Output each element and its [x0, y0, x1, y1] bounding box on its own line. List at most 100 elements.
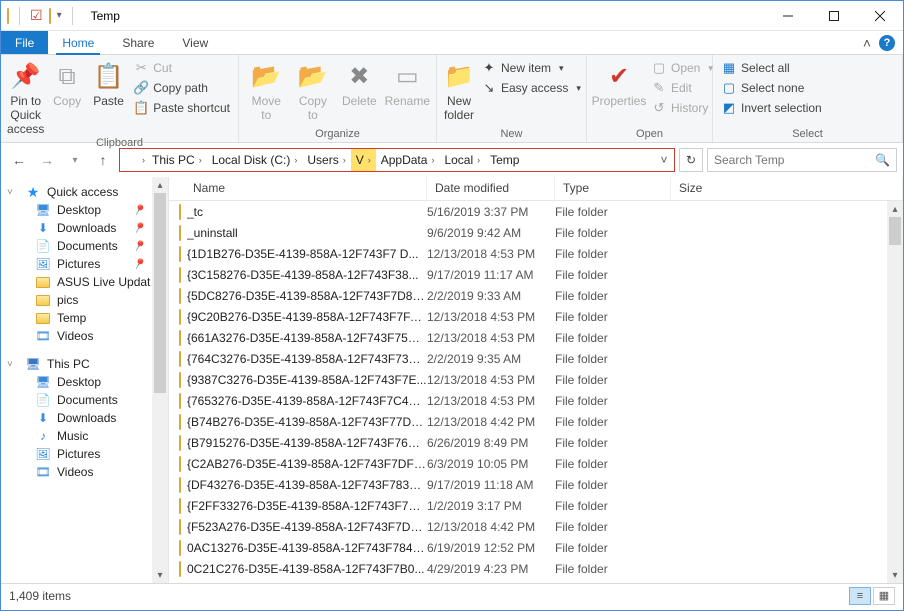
edit-button[interactable]: ✎Edit: [649, 79, 715, 97]
cut-button[interactable]: ✂Cut: [131, 59, 232, 77]
file-row[interactable]: {661A3276-D35E-4139-858A-12F743F75AF...1…: [169, 327, 887, 348]
select-none-button[interactable]: ▢Select none: [719, 79, 824, 97]
thumbnails-view-button[interactable]: ▦: [873, 587, 895, 605]
invert-selection-button[interactable]: ◩Invert selection: [719, 99, 824, 117]
sidebar-item[interactable]: 🖼Pictures: [1, 445, 168, 463]
sidebar-item[interactable]: 📄Documents: [1, 391, 168, 409]
breadcrumb-item[interactable]: Local›: [439, 149, 485, 171]
collapse-icon[interactable]: ˅: [7, 359, 19, 370]
pin-to-quick-access-button[interactable]: 📌 Pin to Quick access: [7, 57, 44, 136]
file-row[interactable]: {F2FF33276-D35E-4139-858A-12F743F74F...1…: [169, 495, 887, 516]
search-box[interactable]: 🔍: [707, 148, 897, 172]
file-row[interactable]: {9C20B276-D35E-4139-858A-12F743F7FA...12…: [169, 306, 887, 327]
sidebar-item[interactable]: 🖼Pictures📍: [1, 255, 168, 273]
back-button[interactable]: ←: [7, 148, 31, 172]
tab-file[interactable]: File: [1, 31, 48, 54]
qat-dropdown-icon[interactable]: ▾: [57, 10, 62, 21]
folder-icon: [179, 289, 181, 303]
breadcrumb-item[interactable]: V›: [351, 149, 376, 171]
file-row[interactable]: {5DC8276-D35E-4139-858A-12F743F7D8A...2/…: [169, 285, 887, 306]
file-row[interactable]: _tc5/16/2019 3:37 PMFile folder: [169, 201, 887, 222]
scroll-up-icon[interactable]: ▴: [887, 201, 903, 217]
address-dropdown-icon[interactable]: ˅: [654, 153, 674, 167]
recent-locations-button[interactable]: ▾: [63, 148, 87, 172]
refresh-button[interactable]: ↻: [679, 148, 703, 172]
file-scrollbar[interactable]: ▴ ▾: [887, 201, 903, 583]
ribbon-collapse-icon[interactable]: ˄: [863, 35, 871, 51]
file-row[interactable]: {9387C3276-D35E-4139-858A-12F743F7E...12…: [169, 369, 887, 390]
file-row[interactable]: {7653276-D35E-4139-858A-12F743F7C4D...12…: [169, 390, 887, 411]
scroll-down-icon[interactable]: ▾: [887, 567, 903, 583]
scroll-down-icon[interactable]: ▾: [152, 567, 168, 583]
details-view-button[interactable]: ≡: [849, 587, 871, 605]
file-row[interactable]: {1D1B276-D35E-4139-858A-12F743F7 D...12/…: [169, 243, 887, 264]
file-row[interactable]: 0C21C276-D35E-4139-858A-12F743F7B0...4/2…: [169, 558, 887, 579]
file-row[interactable]: _uninstall9/6/2019 9:42 AMFile folder: [169, 222, 887, 243]
forward-button[interactable]: →: [35, 148, 59, 172]
sidebar-item[interactable]: ASUS Live Updat: [1, 273, 168, 291]
breadcrumb-item[interactable]: Local Disk (C:)›: [207, 149, 303, 171]
breadcrumb-item[interactable]: Temp: [485, 149, 524, 171]
easy-access-button[interactable]: ↘Easy access▾: [479, 79, 583, 97]
close-button[interactable]: [857, 1, 903, 30]
column-type[interactable]: Type: [555, 177, 671, 200]
breadcrumb-item[interactable]: Users›: [302, 149, 350, 171]
sidebar-scrollbar[interactable]: ▴ ▾: [152, 177, 168, 583]
new-folder-button[interactable]: 📁New folder: [443, 57, 475, 123]
sidebar-item[interactable]: 🖥Desktop📍: [1, 201, 168, 219]
sidebar-quick-access[interactable]: ˅ ★ Quick access: [1, 183, 168, 201]
address-bar[interactable]: › This PC›Local Disk (C:)›Users›V›AppDat…: [119, 148, 675, 172]
collapse-icon[interactable]: ˅: [7, 187, 19, 198]
column-size[interactable]: Size: [671, 177, 903, 200]
file-row[interactable]: {DF43276-D35E-4139-858A-12F743F78302...9…: [169, 474, 887, 495]
sidebar-this-pc[interactable]: ˅ 🖥 This PC: [1, 355, 168, 373]
file-row[interactable]: {B74B276-D35E-4139-858A-12F743F77D1...12…: [169, 411, 887, 432]
file-row[interactable]: 0AC13276-D35E-4139-858A-12F743F7841...6/…: [169, 537, 887, 558]
paste-button[interactable]: 📋 Paste: [90, 57, 127, 109]
folder-icon: [179, 310, 181, 324]
folder-icon: [179, 499, 181, 513]
minimize-button[interactable]: [765, 1, 811, 30]
help-icon[interactable]: ?: [879, 35, 895, 51]
copy-to-button[interactable]: 📂Copy to: [292, 57, 335, 123]
delete-button[interactable]: ✖Delete: [338, 57, 381, 109]
sidebar-item[interactable]: pics: [1, 291, 168, 309]
file-row[interactable]: {F523A276-D35E-4139-858A-12F743F7D9...12…: [169, 516, 887, 537]
tab-view[interactable]: View: [168, 31, 222, 54]
scroll-up-icon[interactable]: ▴: [152, 177, 168, 193]
maximize-button[interactable]: [811, 1, 857, 30]
new-item-button[interactable]: ✦New item▾: [479, 59, 583, 77]
move-to-button[interactable]: 📂Move to: [245, 57, 288, 123]
scrollbar-thumb[interactable]: [889, 217, 901, 245]
sidebar-item[interactable]: ⬇Downloads: [1, 409, 168, 427]
sidebar-item[interactable]: Temp: [1, 309, 168, 327]
sidebar-item[interactable]: 🎞Videos: [1, 327, 168, 345]
sidebar-item[interactable]: 📄Documents📍: [1, 237, 168, 255]
history-button[interactable]: ↺History: [649, 99, 715, 117]
copy-button[interactable]: ⧉ Copy: [48, 57, 85, 109]
column-name[interactable]: Name: [169, 177, 427, 200]
tab-home[interactable]: Home: [48, 31, 108, 54]
file-row[interactable]: {B7915276-D35E-4139-858A-12F743F76A3...6…: [169, 432, 887, 453]
sidebar-item[interactable]: ⬇Downloads📍: [1, 219, 168, 237]
up-button[interactable]: ↑: [91, 148, 115, 172]
rename-button[interactable]: ▭Rename: [385, 57, 430, 109]
search-input[interactable]: [714, 153, 875, 167]
tab-share[interactable]: Share: [108, 31, 168, 54]
select-all-button[interactable]: ▦Select all: [719, 59, 824, 77]
column-date[interactable]: Date modified: [427, 177, 555, 200]
qat-properties-icon[interactable]: ☑: [30, 7, 43, 24]
sidebar-item[interactable]: 🖥Desktop: [1, 373, 168, 391]
breadcrumb-item[interactable]: This PC›: [147, 149, 207, 171]
sidebar-item[interactable]: 🎞Videos: [1, 463, 168, 481]
breadcrumb-item[interactable]: AppData›: [376, 149, 440, 171]
file-row[interactable]: {3C158276-D35E-4139-858A-12F743F38...9/1…: [169, 264, 887, 285]
copy-path-button[interactable]: 🔗Copy path: [131, 79, 232, 97]
paste-shortcut-button[interactable]: 📋Paste shortcut: [131, 99, 232, 117]
sidebar-item[interactable]: ♪Music: [1, 427, 168, 445]
properties-button[interactable]: ✔Properties: [593, 57, 645, 109]
open-button[interactable]: ▢Open▾: [649, 59, 715, 77]
file-row[interactable]: {764C3276-D35E-4139-858A-12F743F73E0...2…: [169, 348, 887, 369]
file-row[interactable]: {C2AB276-D35E-4139-858A-12F743F7DFE...6/…: [169, 453, 887, 474]
scrollbar-thumb[interactable]: [154, 193, 166, 393]
